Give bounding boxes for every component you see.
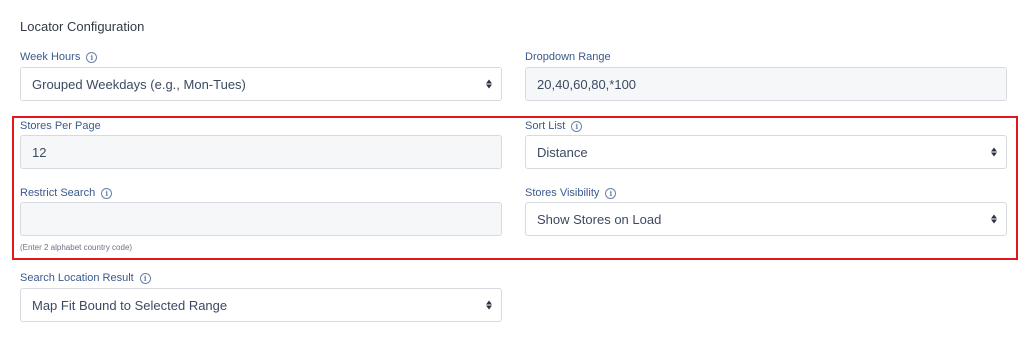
week-hours-select[interactable]: Grouped Weekdays (e.g., Mon-Tues) [20, 67, 502, 101]
sort-arrows-icon [991, 214, 997, 224]
stores-visibility-select[interactable]: Show Stores on Load [525, 202, 1007, 236]
search-location-result-select[interactable]: Map Fit Bound to Selected Range [20, 288, 502, 322]
week-hours-label: Week Hours i [20, 51, 98, 63]
search-location-result-label-text: Search Location Result [20, 272, 134, 284]
info-icon[interactable]: i [101, 187, 113, 199]
stores-per-page-label: Stores Per Page [20, 120, 101, 132]
sort-list-label: Sort List i [525, 120, 583, 132]
dropdown-range-label-text: Dropdown Range [525, 51, 611, 63]
dropdown-range-label: Dropdown Range [525, 51, 611, 63]
info-icon[interactable]: i [571, 120, 583, 132]
search-location-result-label: Search Location Result i [20, 272, 151, 284]
restrict-search-label: Restrict Search i [20, 187, 113, 199]
info-icon[interactable]: i [605, 187, 617, 199]
sort-list-select[interactable]: Distance [525, 135, 1007, 169]
dropdown-range-input[interactable]: 20,40,60,80,*100 [525, 67, 1007, 101]
sort-list-value: Distance [537, 144, 588, 160]
info-icon[interactable]: i [139, 272, 151, 284]
sort-arrows-icon [991, 147, 997, 157]
sort-arrows-icon [486, 79, 492, 89]
sort-list-label-text: Sort List [525, 120, 566, 132]
info-icon[interactable]: i [86, 51, 98, 63]
week-hours-label-text: Week Hours [20, 51, 81, 63]
section-title: Locator Configuration [20, 19, 145, 34]
stores-per-page-label-text: Stores Per Page [20, 120, 101, 132]
restrict-search-input[interactable] [20, 202, 502, 236]
stores-per-page-value: 12 [32, 144, 47, 160]
stores-visibility-label-text: Stores Visibility [525, 187, 600, 199]
restrict-search-label-text: Restrict Search [20, 187, 96, 199]
dropdown-range-value: 20,40,60,80,*100 [537, 76, 637, 92]
restrict-search-helper: (Enter 2 alphabet country code) [20, 243, 133, 252]
stores-per-page-input[interactable]: 12 [20, 135, 502, 169]
search-location-result-value: Map Fit Bound to Selected Range [32, 297, 228, 313]
week-hours-value: Grouped Weekdays (e.g., Mon-Tues) [32, 76, 246, 92]
stores-visibility-value: Show Stores on Load [537, 211, 662, 227]
sort-arrows-icon [486, 300, 492, 310]
stores-visibility-label: Stores Visibility i [525, 187, 617, 199]
